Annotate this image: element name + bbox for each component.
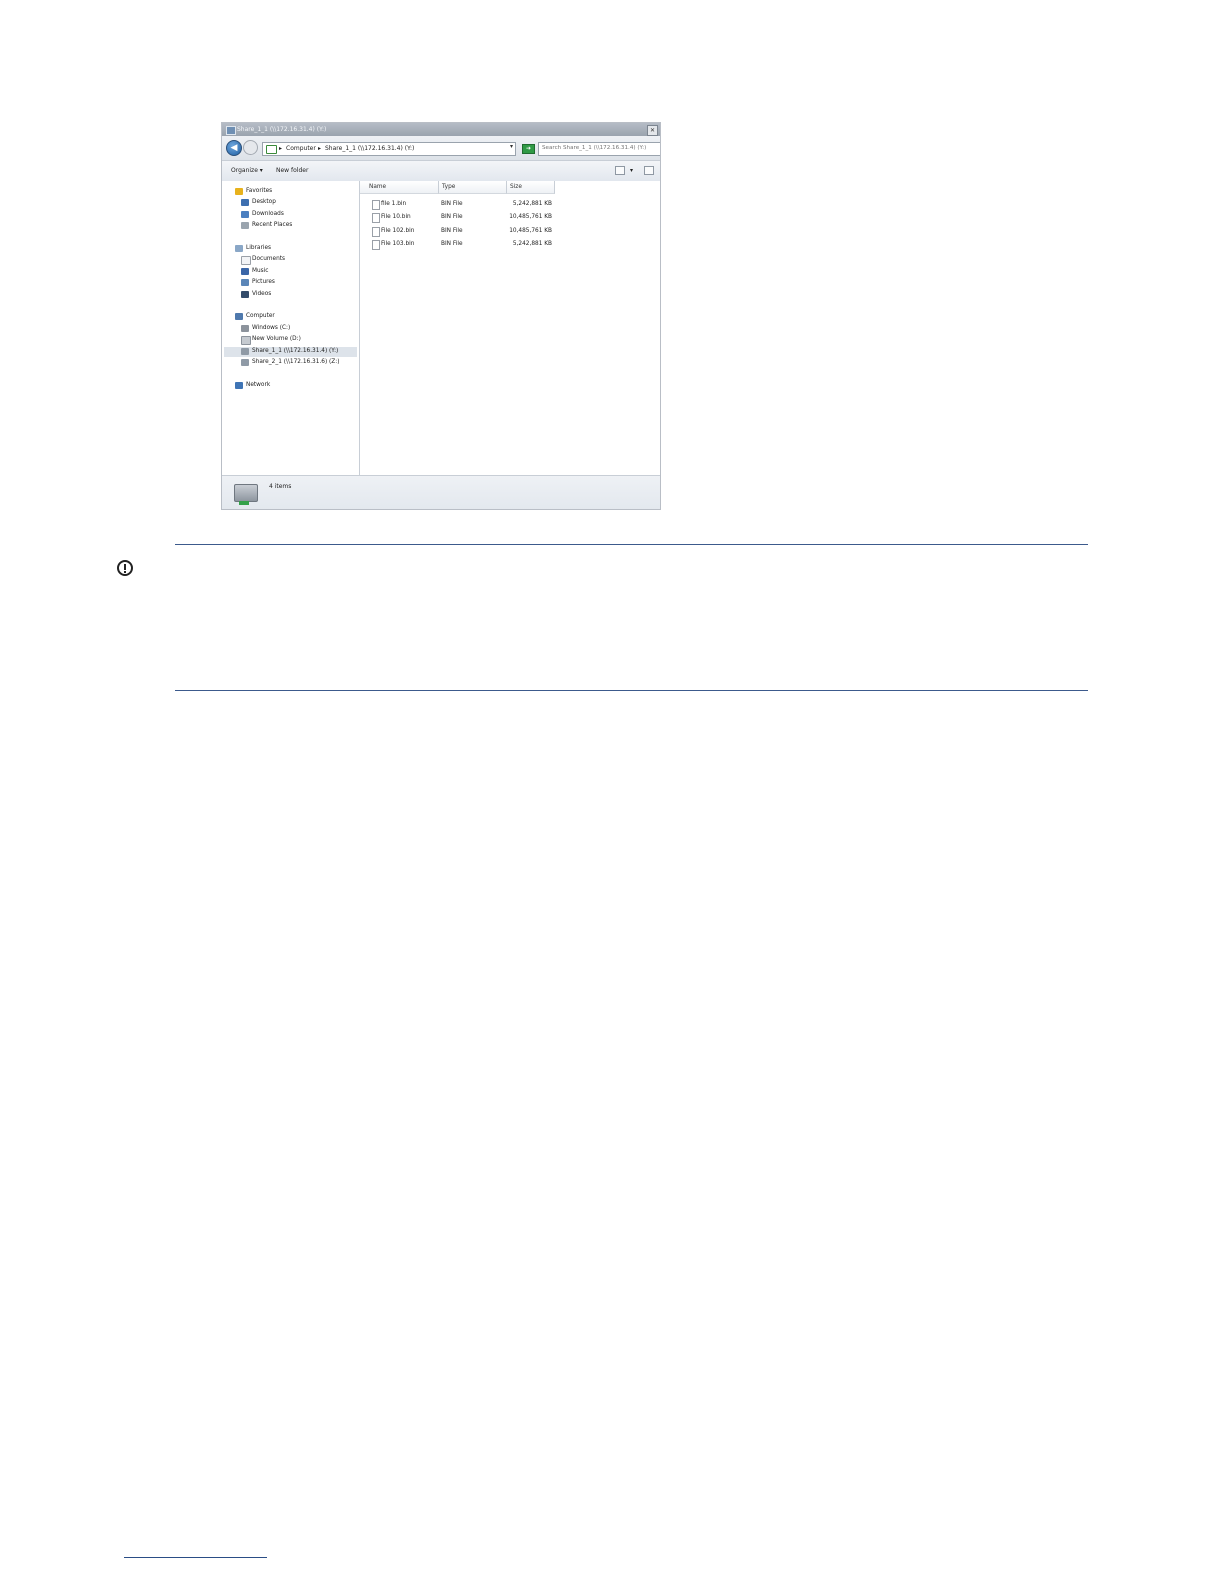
chevron-down-icon[interactable]: ▾ <box>630 167 633 174</box>
window-title: Share_1_1 (\\172.16.31.4) (Y:) <box>237 126 327 133</box>
nav-windows-c[interactable]: Windows (C:) <box>241 324 355 334</box>
network-drive-icon <box>234 484 258 505</box>
important-icon <box>117 560 133 576</box>
documents-icon <box>241 256 251 265</box>
nav-libraries[interactable]: Libraries <box>235 244 355 254</box>
file-icon <box>372 227 380 237</box>
nav-documents[interactable]: Documents <box>241 255 355 265</box>
refresh-button[interactable]: ➜ <box>522 144 535 154</box>
drive-icon <box>226 126 236 135</box>
column-header-type[interactable]: Type <box>439 181 507 194</box>
address-field[interactable]: ▸ Computer ▸ Share_1_1 (\\172.16.31.4) (… <box>262 142 516 156</box>
pictures-icon <box>241 279 249 286</box>
nav-recent-places[interactable]: Recent Places <box>241 221 355 231</box>
nav-new-volume-d[interactable]: New Volume (D:) <box>241 335 355 345</box>
callout-bottom-rule <box>175 690 1088 691</box>
file-icon <box>372 240 380 250</box>
desktop-icon <box>241 199 249 206</box>
nav-network[interactable]: Network <box>235 381 355 391</box>
breadcrumb-separator: ▸ <box>318 145 322 152</box>
search-box <box>538 142 660 156</box>
search-input[interactable] <box>539 143 660 153</box>
nav-share-1-1[interactable]: Share_1_1 (\\172.16.31.4) (Y:) <box>224 347 357 357</box>
item-count: 4 items <box>269 483 292 490</box>
footnote-rule <box>124 1557 267 1558</box>
nav-pictures[interactable]: Pictures <box>241 278 355 288</box>
nav-music[interactable]: Music <box>241 267 355 277</box>
organize-button[interactable]: Organize ▾ <box>231 167 263 174</box>
file-row[interactable]: File 103.bin BIN File 5,242,881 KB <box>360 239 660 251</box>
preview-pane-icon[interactable] <box>644 166 654 175</box>
nav-videos[interactable]: Videos <box>241 290 355 300</box>
column-header-name[interactable]: Name <box>360 181 439 194</box>
breadcrumb-computer[interactable]: Computer <box>286 145 316 152</box>
file-icon <box>372 213 380 223</box>
computer-icon <box>235 313 243 320</box>
star-icon <box>235 188 243 195</box>
file-row[interactable]: file 1.bin BIN File 5,242,881 KB <box>360 199 660 211</box>
command-bar: Organize ▾ New folder ▾ <box>222 160 660 182</box>
chevron-down-icon[interactable]: ▾ <box>510 143 513 150</box>
details-pane: 4 items <box>222 475 660 509</box>
file-row[interactable]: File 102.bin BIN File 10,485,761 KB <box>360 226 660 238</box>
file-list: Name Type Size file 1.bin BIN File 5,242… <box>360 181 660 475</box>
file-icon <box>372 200 380 210</box>
new-folder-button[interactable]: New folder <box>276 167 308 174</box>
back-button[interactable]: ◀ <box>226 140 242 156</box>
drive-icon <box>241 336 251 345</box>
network-icon <box>235 382 243 389</box>
file-row[interactable]: File 10.bin BIN File 10,485,761 KB <box>360 212 660 224</box>
nav-computer[interactable]: Computer <box>235 312 355 322</box>
nav-share-2-1[interactable]: Share_2_1 (\\172.16.31.6) (Z:) <box>241 358 355 368</box>
callout-top-rule <box>175 544 1088 545</box>
column-header-size[interactable]: Size <box>507 181 555 194</box>
drive-icon <box>241 325 249 332</box>
title-bar: Share_1_1 (\\172.16.31.4) (Y:) ✕ <box>222 123 660 136</box>
nav-desktop[interactable]: Desktop <box>241 198 355 208</box>
libraries-icon <box>235 245 243 252</box>
view-options-icon[interactable] <box>615 166 625 175</box>
downloads-icon <box>241 211 249 218</box>
address-bar: ◀ ▸ Computer ▸ Share_1_1 (\\172.16.31.4)… <box>222 136 660 160</box>
forward-button[interactable] <box>243 140 258 155</box>
recent-places-icon <box>241 222 249 229</box>
music-icon <box>241 268 249 275</box>
network-icon <box>266 145 277 154</box>
explorer-screenshot: Share_1_1 (\\172.16.31.4) (Y:) ✕ ◀ ▸ Com… <box>221 122 661 510</box>
nav-favorites[interactable]: Favorites <box>235 187 355 197</box>
videos-icon <box>241 291 249 298</box>
breadcrumb-share[interactable]: Share_1_1 (\\172.16.31.4) (Y:) <box>325 145 414 152</box>
network-drive-icon <box>241 359 249 366</box>
nav-downloads[interactable]: Downloads <box>241 210 355 220</box>
network-drive-icon <box>241 348 249 355</box>
close-icon[interactable]: ✕ <box>647 125 658 136</box>
breadcrumb-separator: ▸ <box>279 145 283 152</box>
navigation-pane: Favorites Desktop Downloads Recent Place… <box>222 181 360 475</box>
